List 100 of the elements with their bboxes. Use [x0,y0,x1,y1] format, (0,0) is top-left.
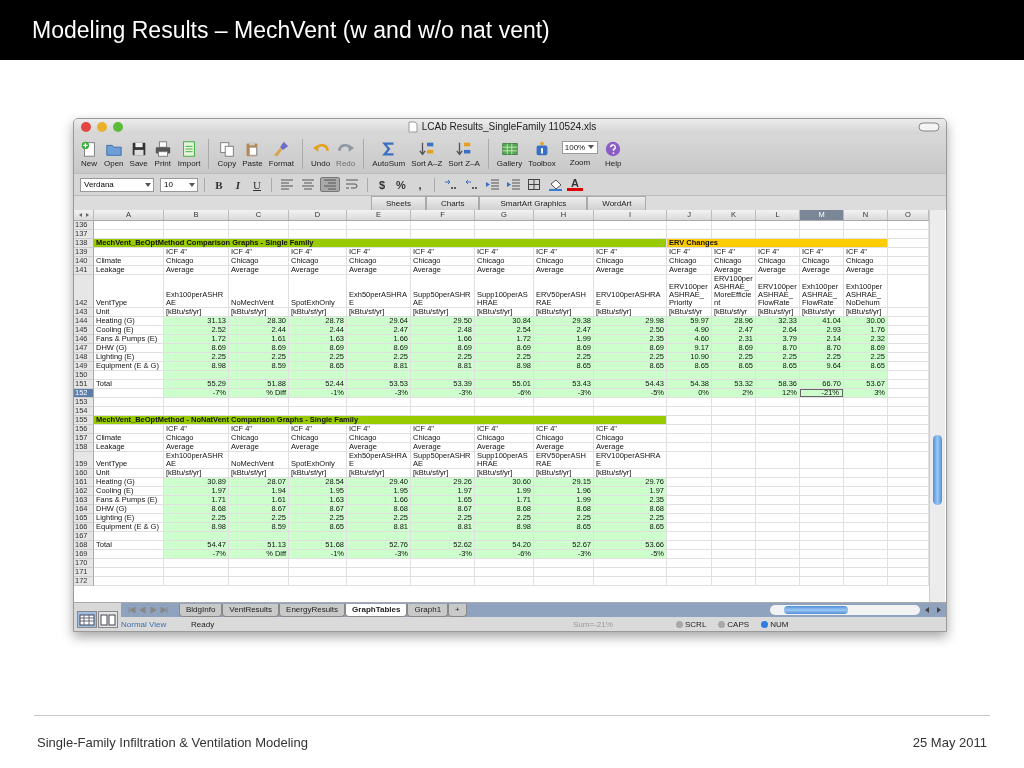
ribbon-tab[interactable]: WordArt [587,196,647,210]
footer-text: Single-Family Infiltration & Ventilation Modeling [37,734,308,750]
scroll-thumb[interactable] [784,606,848,614]
empty-cell [844,407,888,416]
empty-cell [844,443,888,452]
toolbar-button[interactable]: Copy [215,139,239,168]
sheet-tab[interactable]: Graph1 [407,603,449,617]
sheet-tab[interactable]: BldgInfo [179,603,223,617]
empty-cell [800,559,844,568]
font-color-button[interactable]: A [567,178,583,191]
empty-cell [164,559,229,568]
vertical-scrollbar[interactable] [929,210,945,602]
empty-cell [800,505,844,514]
toolbar-button[interactable]: Sort Z–A [446,139,482,168]
number-format-button[interactable]: % [393,177,409,192]
empty-cell [756,559,800,568]
toolbar-button[interactable]: Sort A–Z [409,139,445,168]
empty-cell [347,568,411,577]
toolbar-button[interactable]: Print [151,139,174,168]
page-layout-icon [100,613,116,626]
sheet-tab[interactable]: VentResults [222,603,280,617]
empty-cell [164,577,229,586]
scroll-thumb[interactable] [933,435,942,505]
window-controls-icon [80,120,126,133]
empty-cell [667,568,712,577]
empty-cell [712,416,756,425]
empty-cell [712,568,756,577]
empty-cell [712,514,756,523]
status-message: Ready [191,620,216,629]
empty-cell [800,532,844,541]
empty-cell [667,443,712,452]
empty-cell [411,221,475,230]
printer-icon [153,139,172,158]
empty-cell [712,443,756,452]
empty-cell [800,452,844,469]
toolbar-button[interactable]: Paste [240,139,265,168]
font-field[interactable]: Verdana [80,177,154,192]
style-button[interactable]: U [249,177,265,192]
sheet-tab[interactable]: EnergyResults [279,603,346,617]
empty-cell [534,398,594,407]
style-button[interactable]: B [211,177,227,192]
empty-cell [712,452,756,469]
format-button[interactable] [546,177,564,192]
empty-cell [800,523,844,532]
sheet-tab[interactable]: GraphTables [345,603,408,617]
number-format-button[interactable]: $ [374,177,390,192]
zoom-field[interactable]: 100% [561,140,599,154]
view-button[interactable] [98,611,118,628]
format-button[interactable] [525,177,543,192]
toolbar-button[interactable]: Toolbox [526,139,558,168]
view-label: Normal View [121,620,168,629]
decimal-icon [443,178,457,191]
empty-cell [667,425,712,434]
empty-cell [844,496,888,505]
align-button[interactable] [278,177,296,192]
empty-cell [844,416,888,425]
empty-cell [229,559,289,568]
align-right-icon [323,178,337,191]
number-format-button[interactable]: , [412,177,428,192]
empty-cell [756,505,800,514]
empty-cell [667,469,712,478]
toolbar-button[interactable]: AutoSum [370,139,408,168]
format-button[interactable] [483,177,501,192]
empty-cell [800,221,844,230]
format-button[interactable] [504,177,522,192]
wrap-button[interactable] [343,177,361,192]
ribbon-tab[interactable]: Sheets [371,196,426,210]
copy-icon [217,139,236,158]
toolbar-button[interactable]: Format [266,139,296,168]
empty-cell [411,577,475,586]
toolbar-button[interactable]: Open [102,139,126,168]
style-button[interactable]: I [230,177,246,192]
align-button[interactable] [320,177,340,192]
empty-cell [756,496,800,505]
sheet-tab[interactable]: + [448,603,467,617]
caret-icon [188,180,196,189]
empty-cell [712,577,756,586]
empty-cell [534,559,594,568]
toolbar-button[interactable]: Import [175,139,203,168]
caret-icon [144,180,152,189]
empty-cell [800,469,844,478]
empty-cell [229,568,289,577]
ribbon-tab[interactable]: SmartArt Graphics [479,196,588,210]
toolbar-button[interactable]: New [78,139,100,168]
window-title: LCAb Results_SingleFamily 110524.xls [421,121,597,132]
sum-readout: Sum=-21% [573,620,614,629]
toolbar-button[interactable]: Gallery [494,139,525,168]
size-field[interactable]: 10 [160,177,198,192]
ribbon-tab[interactable]: Charts [425,196,480,210]
toolbar-button[interactable]: Undo [309,139,333,168]
toolbar-button[interactable]: Help [602,139,625,168]
caret-icon [587,143,596,151]
empty-cell [844,559,888,568]
toolbar-button[interactable]: Save [127,139,150,168]
empty-cell [844,487,888,496]
align-button[interactable] [299,177,317,192]
horizontal-scrollbar[interactable] [770,605,920,615]
empty-cell [756,469,800,478]
paint-bucket-icon [548,178,562,191]
view-button[interactable] [77,611,97,628]
